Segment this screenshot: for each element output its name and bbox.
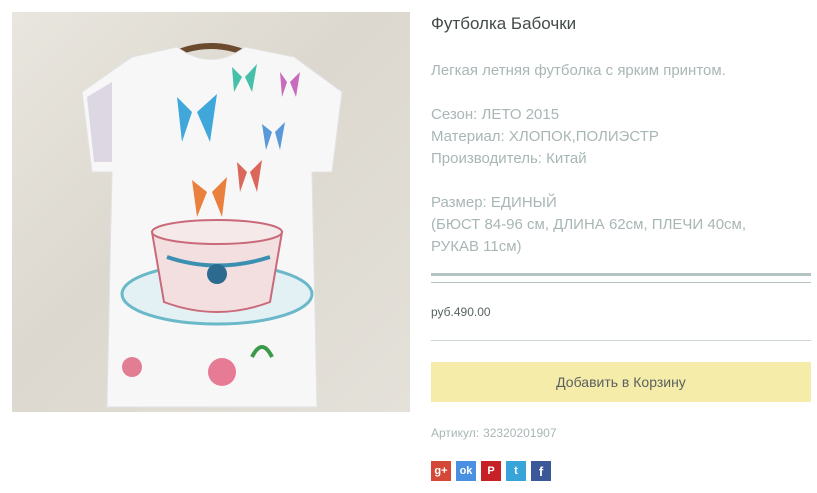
size-details-line1: (БЮСТ 84-96 см, ДЛИНА 62см, ПЛЕЧИ 40см, [431, 216, 747, 233]
divider [431, 340, 811, 341]
product-sku: Артикул: 32320201907 [431, 426, 557, 440]
add-to-cart-button[interactable]: Добавить в Корзину [431, 362, 811, 402]
google-plus-icon[interactable]: g+ [431, 461, 451, 481]
description-text: Легкая летняя футболка с ярким принтом. [431, 62, 726, 79]
size-text: Размер: ЕДИНЫЙ [431, 194, 557, 211]
product-description: Легкая летняя футболка с ярким принтом. … [431, 60, 811, 258]
pinterest-icon[interactable]: P [481, 461, 501, 481]
tshirt-illustration [81, 43, 343, 408]
season-text: Сезон: ЛЕТО 2015 [431, 106, 560, 123]
manufacturer-text: Производитель: Китай [431, 150, 587, 167]
odnoklassniki-icon[interactable]: ok [456, 461, 476, 481]
size-details-line2: РУКАВ 11см) [431, 238, 522, 255]
divider [431, 273, 811, 276]
sku-value: 32320201907 [483, 426, 557, 440]
product-title: Футболка Бабочки [431, 14, 577, 33]
social-share-bar: g+ ok P t f [431, 461, 551, 481]
facebook-icon[interactable]: f [531, 461, 551, 481]
sku-label: Артикул: [431, 426, 480, 440]
product-image[interactable] [12, 12, 410, 412]
divider [431, 282, 811, 283]
material-text: Материал: ХЛОПОК,ПОЛИЭСТР [431, 128, 659, 145]
twitter-icon[interactable]: t [506, 461, 526, 481]
product-price: руб.490.00 [431, 305, 491, 319]
